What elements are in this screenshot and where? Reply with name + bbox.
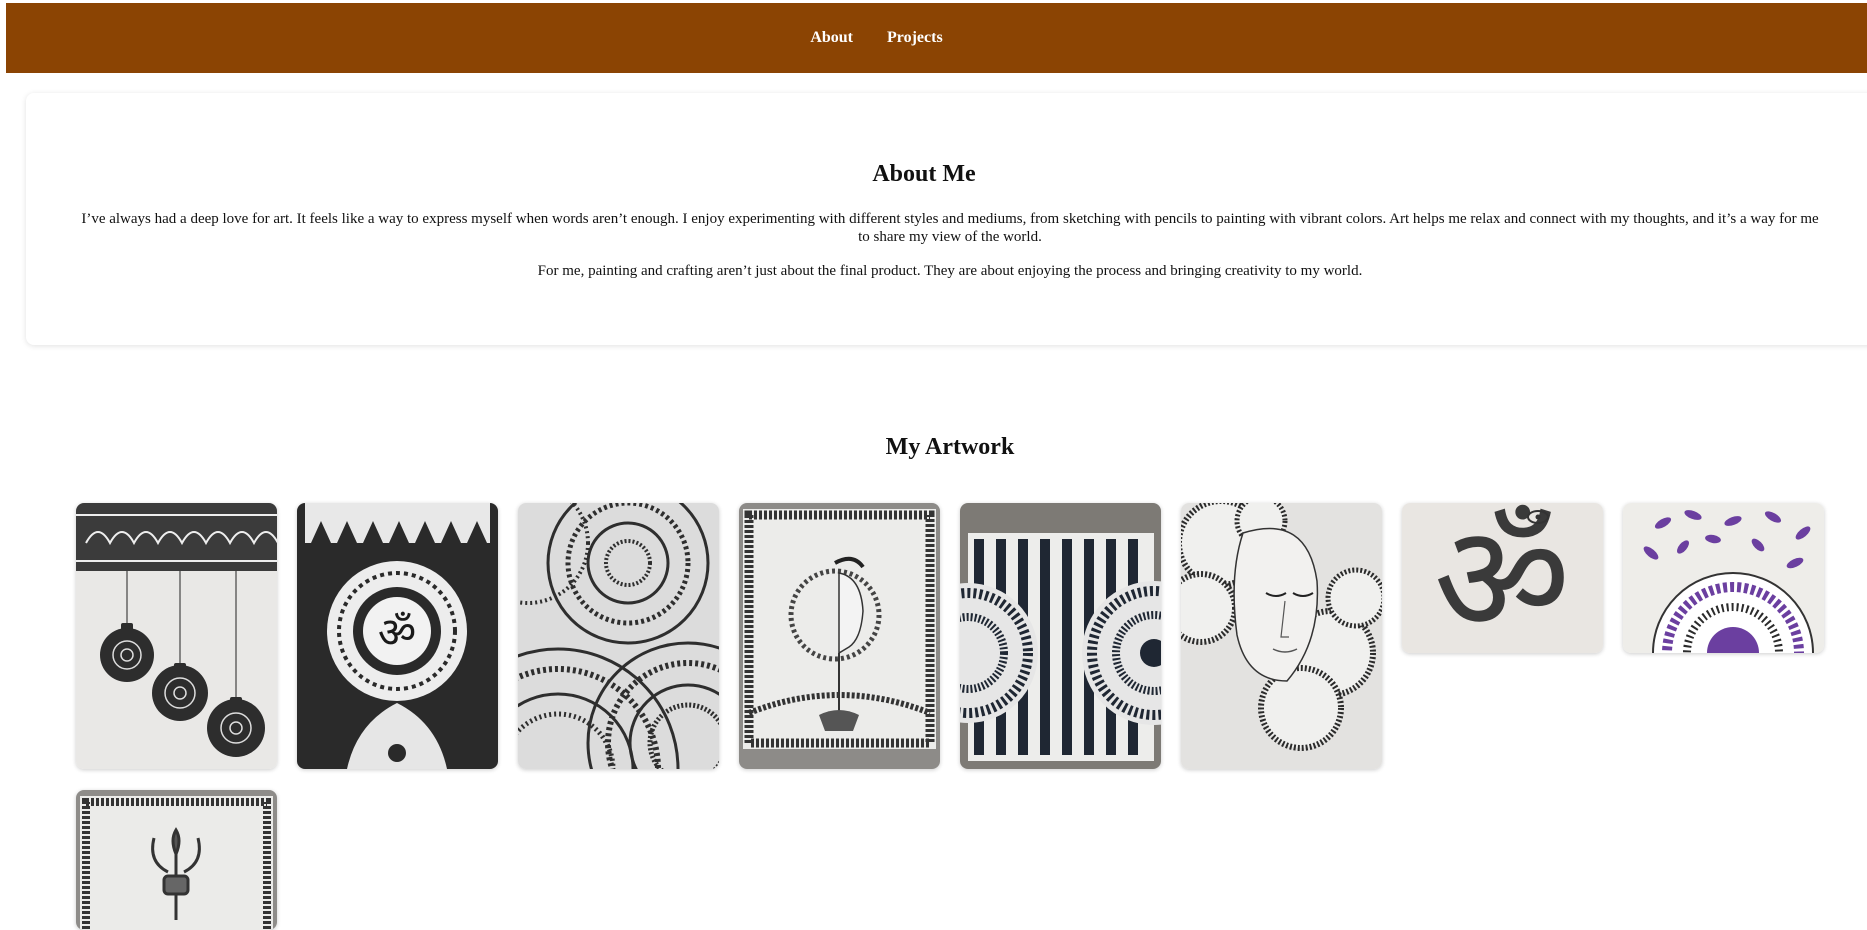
artwork-thumbnail-face-mandala[interactable] [1181, 503, 1382, 769]
artwork-thumbnail-portrait[interactable] [739, 503, 940, 769]
nav-link-projects[interactable]: Projects [887, 29, 943, 47]
about-paragraph-1: I’ve always had a deep love for art. It … [81, 211, 1819, 245]
artwork-title: My Artwork [885, 434, 1015, 460]
svg-text:ॐ: ॐ [378, 608, 416, 657]
artwork-thumbnail-om-mandala[interactable]: ॐ [297, 503, 498, 769]
about-paragraph-2: For me, painting and crafting aren’t jus… [537, 263, 1363, 279]
about-title: About Me [872, 161, 976, 187]
navbar: About Projects [6, 3, 1867, 73]
artwork-thumbnail-stripes-mandala[interactable] [960, 503, 1161, 769]
artwork-thumbnail-arches[interactable] [518, 503, 719, 769]
artwork-thumbnail-ornaments[interactable] [76, 503, 277, 769]
artwork-thumbnail-trident[interactable] [76, 790, 277, 930]
artwork-thumbnail-om[interactable]: ॐ [1402, 503, 1603, 653]
nav-link-about[interactable]: About [810, 29, 853, 47]
artwork-thumbnail-purple-mandala[interactable] [1623, 503, 1824, 653]
svg-text:ॐ: ॐ [1434, 503, 1571, 653]
